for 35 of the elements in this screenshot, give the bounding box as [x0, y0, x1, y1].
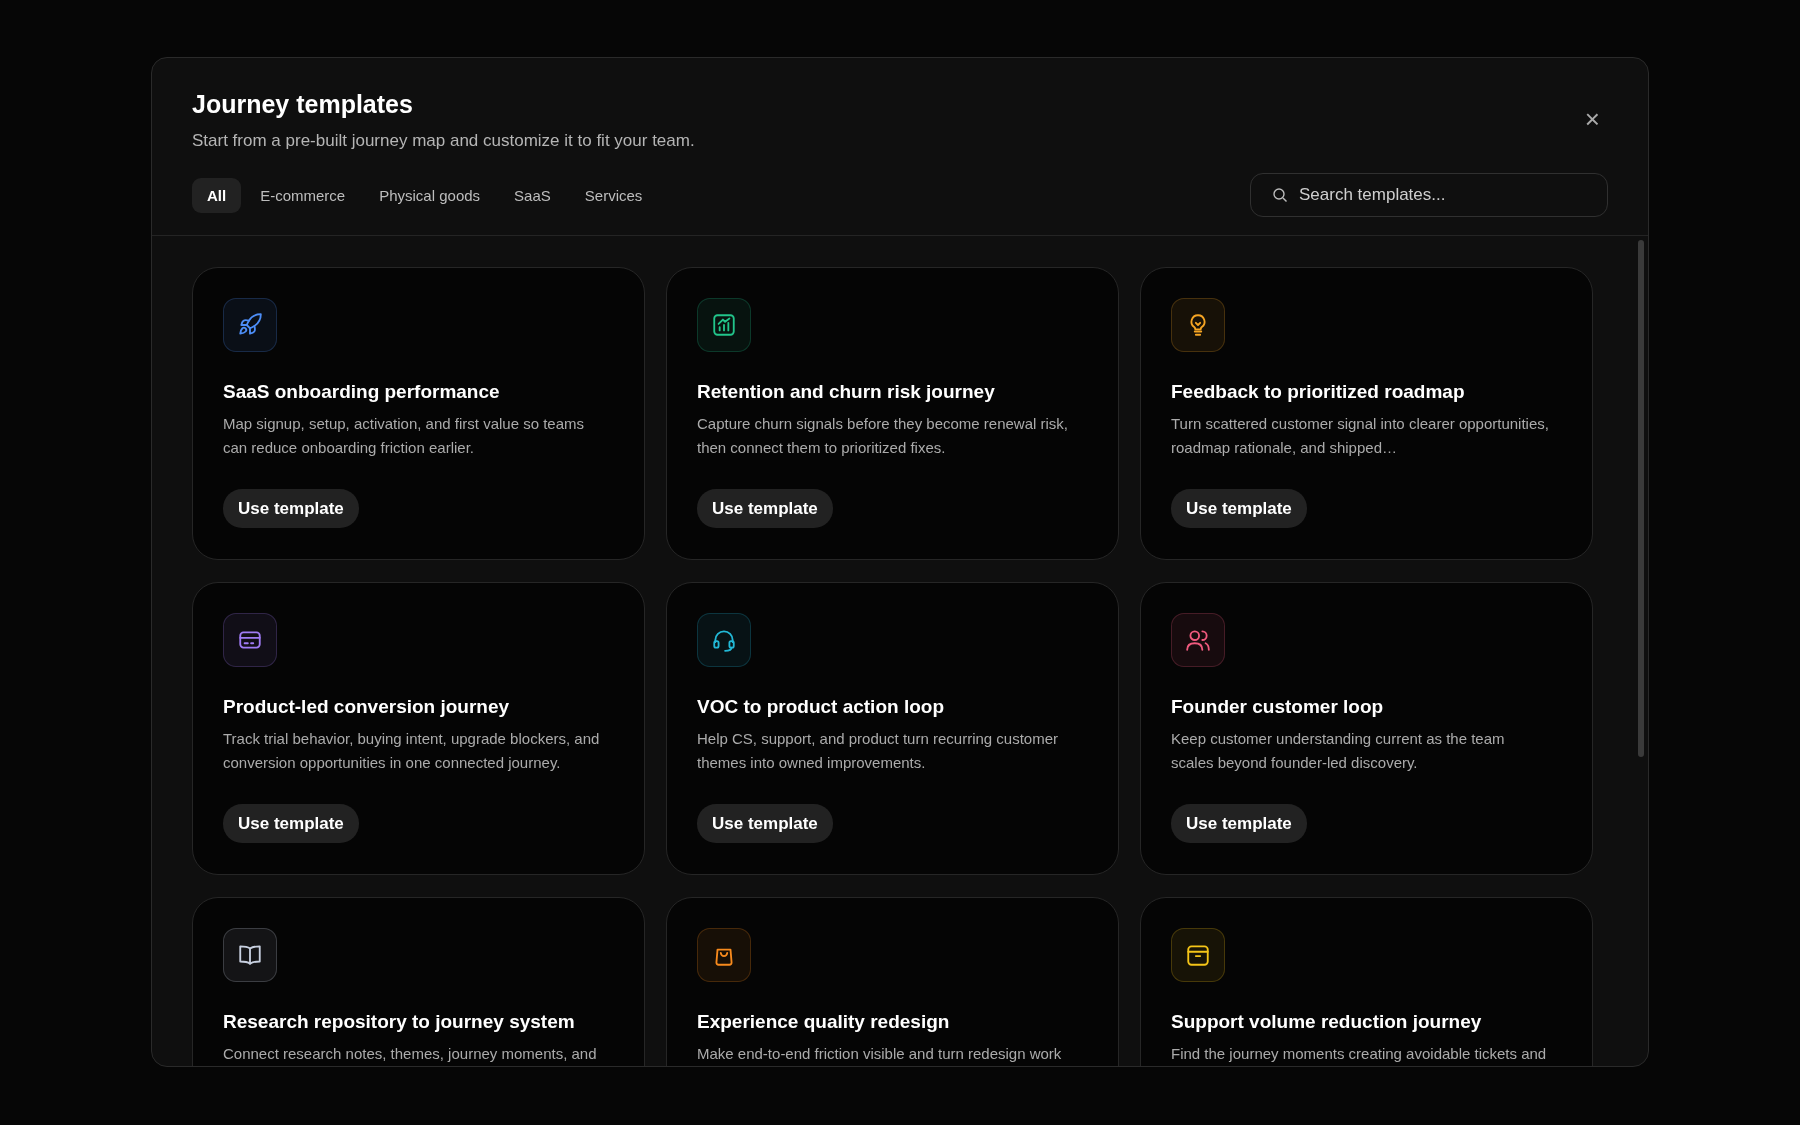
search-field[interactable]: Search templates... — [1250, 173, 1608, 217]
category-tab[interactable]: Services — [569, 177, 658, 213]
category-tab[interactable]: SaaS — [499, 177, 566, 213]
template-title: Retention and churn risk journey — [697, 381, 995, 403]
use-template-button[interactable]: Use template — [223, 804, 359, 843]
template-description: Track trial behavior, buying intent, upgrade blockers, and conversion opportunities in one connected journey. — [223, 729, 601, 773]
template-title: Research repository to journey system — [223, 1011, 575, 1033]
template-description: Make end-to-end friction visible and turn redesign work — [697, 1044, 1062, 1064]
template-description: Connect research notes, themes, journey moments, and — [223, 1044, 597, 1064]
search-icon — [1272, 187, 1288, 203]
template-description: Map signup, setup, activation, and first value so teams can reduce onboarding friction earlier. — [223, 414, 586, 458]
template-description: Turn scattered customer signal into clearer opportunities, roadmap rationale, and shipped… — [1171, 414, 1550, 458]
category-tab[interactable]: E-commerce — [245, 177, 361, 213]
template-title: Support volume reduction journey — [1171, 1011, 1482, 1033]
close-button[interactable]: × — [1580, 104, 1604, 134]
template-description: Help CS, support, and product turn recurring customer themes into owned improvements. — [697, 729, 1059, 773]
template-title: Feedback to prioritized roadmap — [1171, 381, 1465, 403]
template-description: Capture churn signals before they become renewal risk, then connect them to prioritized fixes. — [697, 414, 1070, 458]
use-template-button[interactable]: Use template — [1171, 489, 1307, 528]
use-template-button[interactable]: Use template — [697, 804, 833, 843]
template-title: Experience quality redesign — [697, 1011, 950, 1033]
use-template-button[interactable]: Use template — [1171, 804, 1307, 843]
dialog-title: Journey templates — [192, 90, 414, 119]
use-template-button[interactable]: Use template — [223, 489, 359, 528]
template-description: Keep customer understanding current as the team scales beyond founder-led discovery. — [1171, 729, 1506, 773]
scrollbar-thumb[interactable] — [1638, 240, 1644, 757]
use-template-button[interactable]: Use template — [697, 489, 833, 528]
template-title: SaaS onboarding performance — [223, 381, 500, 403]
template-title: Product-led conversion journey — [223, 696, 510, 718]
template-title: Founder customer loop — [1171, 696, 1384, 718]
template-title: VOC to product action loop — [697, 696, 944, 718]
category-tab[interactable]: Physical goods — [364, 177, 496, 213]
template-description: Find the journey moments creating avoidable tickets and — [1171, 1044, 1547, 1064]
category-tab[interactable]: All — [192, 177, 242, 213]
dialog-subtitle: Start from a pre-built journey map and customize it to fit your team. — [192, 131, 695, 151]
